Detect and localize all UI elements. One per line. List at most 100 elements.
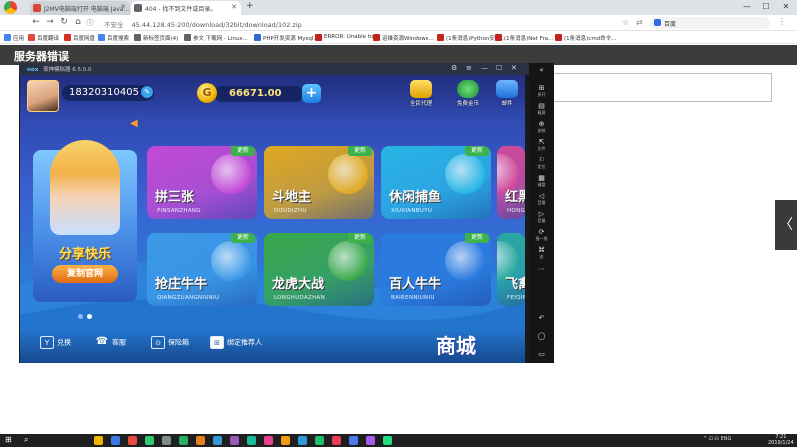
taskbar-app-icon[interactable] bbox=[315, 436, 324, 445]
back-button[interactable]: ← bbox=[30, 17, 42, 27]
taskbar-app-icon[interactable] bbox=[213, 436, 222, 445]
bookmark-item[interactable]: 百度翻译 bbox=[28, 34, 59, 42]
close-window-button[interactable]: ✕ bbox=[777, 2, 795, 11]
taskbar-app-icon[interactable] bbox=[349, 436, 358, 445]
tab-2[interactable]: 404 - 找不到文件或目录。 ✕ bbox=[131, 1, 241, 15]
game-card[interactable]: 龙虎大战 LONGHUDAZHAN 更新 bbox=[264, 233, 374, 306]
mall-button[interactable]: 商城 bbox=[436, 330, 476, 359]
taskbar-app-icon[interactable] bbox=[196, 436, 205, 445]
emulator-tool[interactable]: ⌘ 宏 bbox=[529, 246, 554, 260]
emulator-tool[interactable]: ⊕ 安装 bbox=[529, 120, 554, 134]
tab-favicon-icon bbox=[134, 4, 142, 12]
menu-icon[interactable]: ⋮ bbox=[778, 17, 786, 26]
emulator-tool[interactable]: ⇱ 文件 bbox=[529, 138, 554, 152]
copy-website-button[interactable]: 复制官网 bbox=[52, 265, 118, 283]
taskbar-app-icon[interactable] bbox=[230, 436, 239, 445]
emulator-tool[interactable]: « bbox=[529, 66, 554, 74]
game-card[interactable]: 拼三张 PINSANZHANG 更新 bbox=[147, 146, 257, 219]
bookmark-item[interactable]: 参文 下载网 - Linux... bbox=[184, 34, 248, 42]
address-bar[interactable]: 不安全 45.44.128.45:200/download/32bit/down… bbox=[98, 17, 518, 29]
taskbar-app-icon[interactable] bbox=[111, 436, 120, 445]
taskbar-app-icon[interactable] bbox=[281, 436, 290, 445]
emulator-tool-label: 多开 bbox=[537, 92, 546, 97]
close-icon[interactable]: ✕ bbox=[511, 64, 517, 72]
carousel-dot[interactable] bbox=[78, 314, 83, 319]
taskbar-app-icon[interactable] bbox=[247, 436, 256, 445]
emulator-tool[interactable]: ▤ 截屏 bbox=[529, 102, 554, 116]
emulator-tool[interactable]: ↶ bbox=[529, 314, 554, 322]
minimize-icon[interactable]: — bbox=[481, 64, 488, 72]
bookmark-item[interactable]: PHP开发资源 Mysql... bbox=[254, 34, 319, 42]
bookmark-item[interactable]: (1条消息)cmd命令... bbox=[555, 34, 616, 42]
menu-icon[interactable]: ≡ bbox=[466, 64, 472, 72]
taskbar-app-icon[interactable] bbox=[298, 436, 307, 445]
game-card[interactable]: 抢庄牛牛 QIANGZUANGNIUNIU 更新 bbox=[147, 233, 257, 306]
game-card[interactable]: 飞禽走兽 FEIQIN bbox=[497, 233, 525, 306]
search-icon[interactable]: ⌕ bbox=[24, 435, 28, 445]
safe-box-button[interactable]: ⊙ 保险箱 bbox=[151, 336, 189, 349]
agent-button[interactable]: 全民代理 bbox=[404, 80, 438, 110]
free-coins-button[interactable]: 免费金币 bbox=[451, 80, 485, 110]
new-tab-button[interactable]: + bbox=[246, 1, 254, 11]
taskbar-app-icon[interactable] bbox=[94, 436, 103, 445]
settings-icon[interactable]: ⚙ bbox=[451, 64, 457, 72]
edit-icon[interactable]: ✎ bbox=[141, 86, 153, 98]
close-tab-icon[interactable]: ✕ bbox=[231, 3, 237, 11]
forward-button[interactable]: → bbox=[44, 17, 56, 27]
emulator-tool[interactable]: ▦ 键盘 bbox=[529, 174, 554, 188]
speaker-icon[interactable]: ◀ bbox=[130, 118, 138, 129]
bookmark-item[interactable]: 应用 bbox=[4, 34, 24, 42]
search-box[interactable]: 百度 bbox=[650, 17, 770, 29]
game-card[interactable]: 百人牛牛 BAIRENNIUNIU 更新 bbox=[381, 233, 491, 306]
bookmark-item[interactable]: 百度搜索 bbox=[98, 34, 129, 42]
reload-button[interactable]: ↻ bbox=[58, 17, 70, 27]
emulator-tool[interactable]: ▭ bbox=[529, 350, 554, 358]
info-icon[interactable]: ⓘ bbox=[84, 18, 96, 28]
taskbar-app-icon[interactable] bbox=[128, 436, 137, 445]
taskbar-app-icon[interactable] bbox=[264, 436, 273, 445]
game-card[interactable]: 红黑大战 HONGHEI bbox=[497, 146, 525, 219]
customer-service-button[interactable]: ☎ 客服 bbox=[95, 336, 126, 349]
taskbar-app-icon[interactable] bbox=[332, 436, 341, 445]
bookmark-item[interactable]: 运维资源Windows... bbox=[373, 34, 434, 42]
close-tab-icon[interactable]: ✕ bbox=[120, 3, 126, 11]
minimize-button[interactable]: — bbox=[738, 2, 756, 11]
clock[interactable]: 7:21 2019/1/24 bbox=[768, 434, 794, 446]
emulator-tool[interactable]: ⊞ 多开 bbox=[529, 84, 554, 98]
system-tray[interactable]: ^ ⊡ ☊ ENG bbox=[703, 436, 731, 442]
bind-referrer-button[interactable]: ⊞ 绑定推荐人 bbox=[210, 336, 262, 349]
home-button[interactable]: ⌂ bbox=[72, 17, 84, 27]
taskbar-app-icon[interactable] bbox=[179, 436, 188, 445]
carousel-dot[interactable] bbox=[87, 314, 92, 319]
bookmark-label: ERROR: Unable to... bbox=[324, 34, 379, 40]
emulator-tool[interactable]: ⟳ 摇一摇 bbox=[529, 228, 554, 242]
bookmark-star-icon[interactable]: ☆ bbox=[622, 18, 629, 27]
taskbar-app-icon[interactable] bbox=[162, 436, 171, 445]
exchange-button[interactable]: Y 兑换 bbox=[40, 336, 71, 349]
tab-1[interactable]: J2MV电脑端打开 电脑端 Java... ✕ bbox=[30, 1, 130, 15]
page-title: 服务器错误 bbox=[14, 50, 69, 63]
taskbar-app-icon[interactable] bbox=[366, 436, 375, 445]
emulator-tool[interactable]: ▷ 音量 bbox=[529, 210, 554, 224]
bookmark-item[interactable]: ERROR: Unable to... bbox=[315, 34, 379, 41]
start-button[interactable]: ⊞ bbox=[5, 435, 12, 444]
add-coins-button[interactable]: + bbox=[302, 84, 321, 103]
side-expand-button[interactable]: 〈 bbox=[775, 200, 797, 250]
game-card[interactable]: 斗地主 DOUDIZHU 更新 bbox=[264, 146, 374, 219]
game-card[interactable]: 休闲捕鱼 XIUXIANBUYU 更新 bbox=[381, 146, 491, 219]
translate-icon[interactable]: ⇄ bbox=[636, 18, 643, 27]
emulator-tool[interactable]: ◁ 音量 bbox=[529, 192, 554, 206]
avatar[interactable] bbox=[27, 80, 59, 112]
bookmark-item[interactable]: (1条消息)Net Fra... bbox=[495, 34, 553, 42]
emulator-tool[interactable]: ⋯ bbox=[529, 265, 554, 273]
taskbar-app-icon[interactable] bbox=[383, 436, 392, 445]
maximize-icon[interactable]: ☐ bbox=[496, 64, 502, 72]
mail-button[interactable]: 邮件 bbox=[490, 80, 524, 110]
taskbar-app-icon[interactable] bbox=[145, 436, 154, 445]
game-name: 龙虎大战 bbox=[272, 277, 325, 292]
emulator-tool[interactable]: ⚐ 定位 bbox=[529, 156, 554, 170]
bookmark-item[interactable]: 新标签页面(4) bbox=[134, 34, 178, 42]
bookmark-item[interactable]: 百度网盘 bbox=[64, 34, 95, 42]
maximize-button[interactable]: ☐ bbox=[757, 2, 775, 11]
emulator-tool[interactable]: ◯ bbox=[529, 332, 554, 340]
